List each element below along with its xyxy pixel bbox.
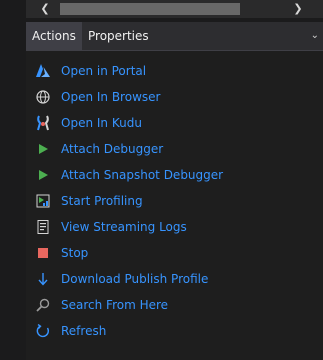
tab-actions[interactable]: Actions [26, 22, 82, 50]
action-label: Attach Snapshot Debugger [61, 168, 224, 182]
action-label: Stop [61, 246, 89, 260]
refresh-icon [35, 323, 51, 339]
action-label: Open in Portal [61, 64, 147, 78]
action-open-in-browser[interactable]: Open In Browser [26, 84, 323, 110]
action-stop[interactable]: Stop [26, 240, 323, 266]
action-search-from-here[interactable]: Search From Here [26, 292, 323, 318]
action-label: Download Publish Profile [61, 272, 209, 286]
action-view-streaming-logs[interactable]: View Streaming Logs [26, 214, 323, 240]
scroll-thumb[interactable] [60, 3, 240, 15]
action-attach-debugger[interactable]: Attach Debugger [26, 136, 323, 162]
action-attach-snapshot-debugger[interactable]: Attach Snapshot Debugger [26, 162, 323, 188]
action-download-publish-profile[interactable]: Download Publish Profile [26, 266, 323, 292]
azure-icon [35, 63, 51, 79]
search-icon [35, 297, 51, 313]
globe-icon [35, 89, 51, 105]
action-open-in-portal[interactable]: Open in Portal [26, 58, 323, 84]
tab-dropdown-chevron-icon[interactable]: ⌄ [311, 22, 319, 50]
action-label: View Streaming Logs [61, 220, 187, 234]
action-label: Start Profiling [61, 194, 143, 208]
play-icon [35, 167, 51, 183]
action-label: Attach Debugger [61, 142, 164, 156]
kudu-icon [35, 115, 51, 131]
profiler-icon [35, 193, 51, 209]
arrow-down-icon [35, 271, 51, 287]
action-label: Open In Browser [61, 90, 161, 104]
actions-panel: Open in Portal Open In Browser Open In K… [26, 51, 323, 360]
scroll-right-icon[interactable]: ❯ [289, 0, 307, 18]
play-icon [35, 141, 51, 157]
action-refresh[interactable]: Refresh [26, 318, 323, 344]
action-label: Open In Kudu [61, 116, 142, 130]
stop-icon [35, 245, 51, 261]
tab-properties[interactable]: Properties [82, 22, 155, 50]
tab-bar: Actions Properties ⌄ [26, 22, 323, 51]
horizontal-scrollbar[interactable]: ❮ ❯ [26, 0, 323, 18]
action-label: Refresh [61, 324, 107, 338]
action-start-profiling[interactable]: Start Profiling [26, 188, 323, 214]
actions-list: Open in Portal Open In Browser Open In K… [26, 58, 323, 344]
action-open-in-kudu[interactable]: Open In Kudu [26, 110, 323, 136]
log-icon [35, 219, 51, 235]
scroll-left-icon[interactable]: ❮ [36, 0, 54, 18]
action-label: Search From Here [61, 298, 169, 312]
